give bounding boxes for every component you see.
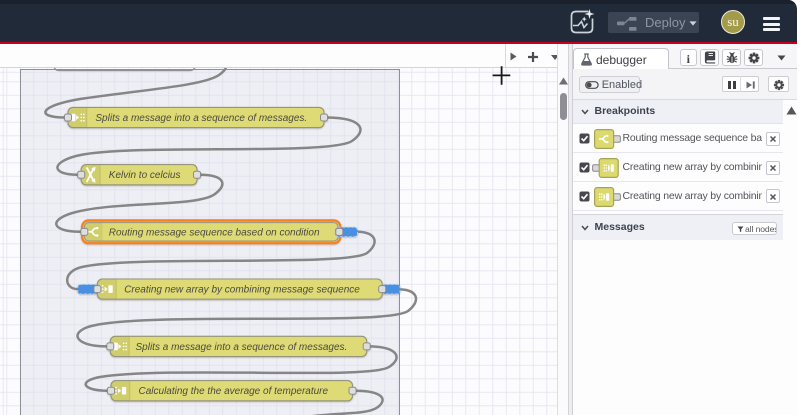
svg-text:Splits a message into a sequen: Splits a message into a sequence of mess… bbox=[95, 113, 307, 124]
svg-text:Splits a message into a sequen: Splits a message into a sequence of mess… bbox=[136, 342, 348, 353]
svg-text:Kelvin to celcius: Kelvin to celcius bbox=[109, 170, 181, 181]
svg-text:Routing message sequence based: Routing message sequence based on condit… bbox=[109, 227, 320, 238]
svg-text:Creating new array by combinin: Creating new array by combining message … bbox=[124, 285, 360, 296]
svg-text:Calculating the the average of: Calculating the the average of temperatu… bbox=[139, 386, 329, 397]
